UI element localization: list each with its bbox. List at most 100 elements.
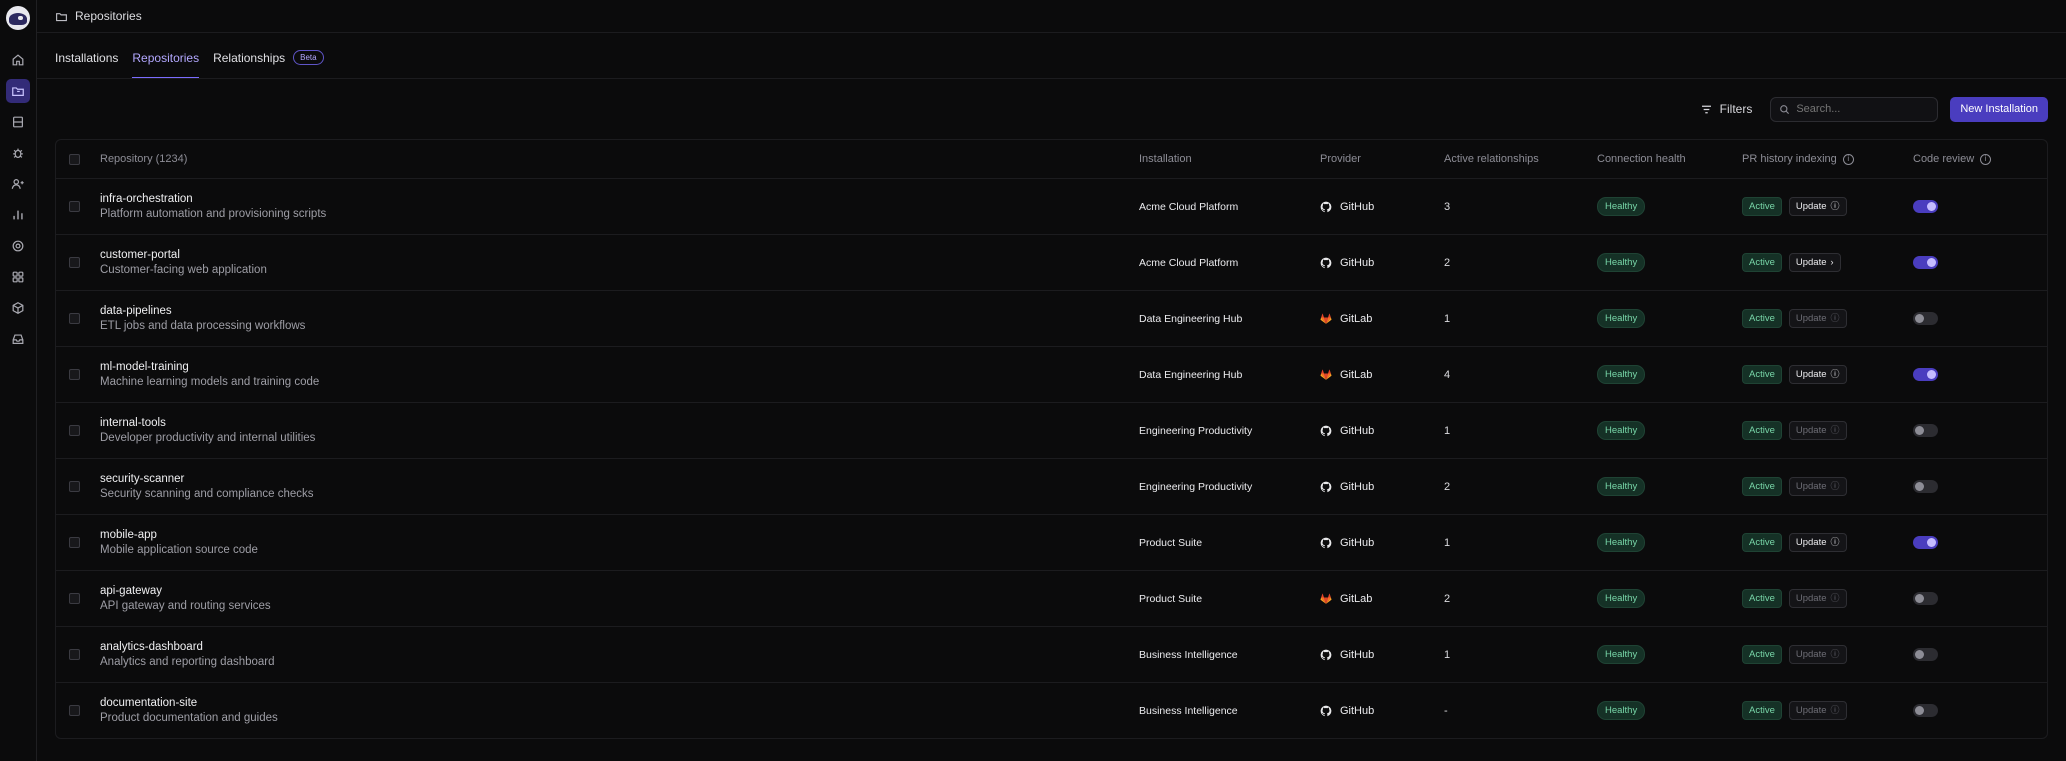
header-pr-history[interactable]: PR history indexing	[1742, 153, 1837, 165]
users-icon[interactable]	[6, 172, 30, 196]
package-icon[interactable]	[6, 296, 30, 320]
installation-name[interactable]: Engineering Productivity	[1139, 425, 1252, 437]
code-review-toggle[interactable]	[1913, 424, 1938, 437]
info-icon[interactable]: i	[1842, 153, 1854, 165]
inbox-icon[interactable]	[6, 327, 30, 351]
update-button[interactable]: Update ⓘ	[1788, 701, 1847, 720]
logo-icon[interactable]	[6, 6, 30, 30]
table-row[interactable]: infra-orchestration Platform automation …	[56, 178, 2047, 234]
provider-cell: GitLab	[1320, 369, 1444, 381]
row-checkbox[interactable]	[69, 593, 80, 604]
update-button[interactable]: Update ⓘ	[1788, 533, 1847, 552]
header-provider[interactable]: Provider	[1320, 153, 1444, 165]
installation-name[interactable]: Business Intelligence	[1139, 649, 1238, 661]
update-button[interactable]: Update ⓘ	[1788, 365, 1847, 384]
update-button[interactable]: Update ⓘ	[1788, 197, 1847, 216]
home-icon[interactable]	[6, 48, 30, 72]
repo-name[interactable]: mobile-app	[100, 528, 157, 543]
update-button[interactable]: Update ⓘ	[1788, 309, 1847, 328]
health-badge: Healthy	[1597, 365, 1646, 384]
table-row[interactable]: security-scanner Security scanning and c…	[56, 458, 2047, 514]
header-installation[interactable]: Installation	[1139, 153, 1320, 165]
table-row[interactable]: analytics-dashboard Analytics and report…	[56, 626, 2047, 682]
code-review-toggle[interactable]	[1913, 592, 1938, 605]
new-installation-button[interactable]: New Installation	[1950, 96, 2048, 122]
header-active-relationships[interactable]: Active relationships	[1444, 153, 1597, 165]
tab-installations[interactable]: Installations	[55, 51, 118, 78]
update-button[interactable]: Update ⓘ	[1788, 645, 1847, 664]
bug-icon[interactable]	[6, 141, 30, 165]
repo-description: Developer productivity and internal util…	[100, 431, 316, 444]
info-icon: ⓘ	[1830, 537, 1840, 547]
installation-name[interactable]: Business Intelligence	[1139, 705, 1238, 717]
table-row[interactable]: api-gateway API gateway and routing serv…	[56, 570, 2047, 626]
row-checkbox[interactable]	[69, 481, 80, 492]
target-icon[interactable]	[6, 234, 30, 258]
search-input[interactable]	[1796, 103, 1927, 115]
repo-name[interactable]: customer-portal	[100, 248, 180, 263]
header-code-review[interactable]: Code review	[1913, 153, 1974, 165]
row-checkbox[interactable]	[69, 649, 80, 660]
installation-name[interactable]: Data Engineering Hub	[1139, 369, 1242, 381]
bar-chart-icon[interactable]	[6, 203, 30, 227]
app: Repositories Installations Repositories …	[0, 0, 2066, 761]
repo-name[interactable]: internal-tools	[100, 416, 166, 431]
header-repository[interactable]: Repository (1234)	[100, 153, 1139, 165]
installation-name[interactable]: Acme Cloud Platform	[1139, 201, 1238, 213]
table-row[interactable]: documentation-site Product documentation…	[56, 682, 2047, 738]
table-row[interactable]: ml-model-training Machine learning model…	[56, 346, 2047, 402]
table-row[interactable]: data-pipelines ETL jobs and data process…	[56, 290, 2047, 346]
health-badge: Healthy	[1597, 477, 1646, 496]
repo-name[interactable]: api-gateway	[100, 584, 162, 599]
update-button[interactable]: Update ⓘ	[1788, 421, 1847, 440]
filters-button[interactable]: Filters	[1700, 102, 1752, 116]
integrations-icon[interactable]	[6, 265, 30, 289]
toolbar: Filters New Installation	[37, 79, 2066, 139]
table-row[interactable]: mobile-app Mobile application source cod…	[56, 514, 2047, 570]
tab-repositories[interactable]: Repositories	[132, 51, 200, 78]
repo-name[interactable]: infra-orchestration	[100, 192, 193, 207]
github-icon	[1320, 257, 1332, 268]
repo-description: Machine learning models and training cod…	[100, 375, 320, 388]
row-checkbox[interactable]	[69, 705, 80, 716]
relationship-count: 1	[1444, 648, 1451, 661]
code-review-toggle[interactable]	[1913, 312, 1938, 325]
code-review-toggle[interactable]	[1913, 256, 1938, 269]
installation-name[interactable]: Engineering Productivity	[1139, 481, 1252, 493]
row-checkbox[interactable]	[69, 425, 80, 436]
code-review-toggle[interactable]	[1913, 368, 1938, 381]
installation-name[interactable]: Product Suite	[1139, 537, 1202, 549]
installation-name[interactable]: Data Engineering Hub	[1139, 313, 1242, 325]
table-row[interactable]: internal-tools Developer productivity an…	[56, 402, 2047, 458]
select-all-checkbox[interactable]	[69, 153, 80, 165]
row-checkbox[interactable]	[69, 257, 80, 268]
code-review-toggle[interactable]	[1913, 704, 1938, 717]
info-icon[interactable]: i	[1980, 153, 1992, 165]
code-review-toggle[interactable]	[1913, 480, 1938, 493]
code-review-toggle[interactable]	[1913, 536, 1938, 549]
repo-name[interactable]: data-pipelines	[100, 304, 172, 319]
update-button[interactable]: Update ⓘ	[1788, 589, 1847, 608]
installation-name[interactable]: Acme Cloud Platform	[1139, 257, 1238, 269]
health-badge: Healthy	[1597, 253, 1646, 272]
code-review-toggle[interactable]	[1913, 200, 1938, 213]
repo-name[interactable]: security-scanner	[100, 472, 184, 487]
repo-name[interactable]: analytics-dashboard	[100, 640, 203, 655]
book-icon[interactable]	[6, 110, 30, 134]
table-row[interactable]: customer-portal Customer-facing web appl…	[56, 234, 2047, 290]
update-button[interactable]: Update ⓘ	[1788, 477, 1847, 496]
row-checkbox[interactable]	[69, 201, 80, 212]
row-checkbox[interactable]	[69, 313, 80, 324]
row-checkbox[interactable]	[69, 369, 80, 380]
tab-relationships[interactable]: Relationships Beta	[213, 50, 324, 78]
repositories-icon[interactable]	[6, 79, 30, 103]
repo-name[interactable]: documentation-site	[100, 696, 197, 711]
update-button[interactable]: Update ›	[1788, 253, 1841, 272]
code-review-toggle[interactable]	[1913, 648, 1938, 661]
row-checkbox[interactable]	[69, 537, 80, 548]
update-label: Update	[1795, 537, 1827, 548]
repo-name[interactable]: ml-model-training	[100, 360, 189, 375]
pr-status-badge: Active	[1742, 421, 1782, 440]
installation-name[interactable]: Product Suite	[1139, 593, 1202, 605]
header-connection-health[interactable]: Connection health	[1597, 153, 1742, 165]
